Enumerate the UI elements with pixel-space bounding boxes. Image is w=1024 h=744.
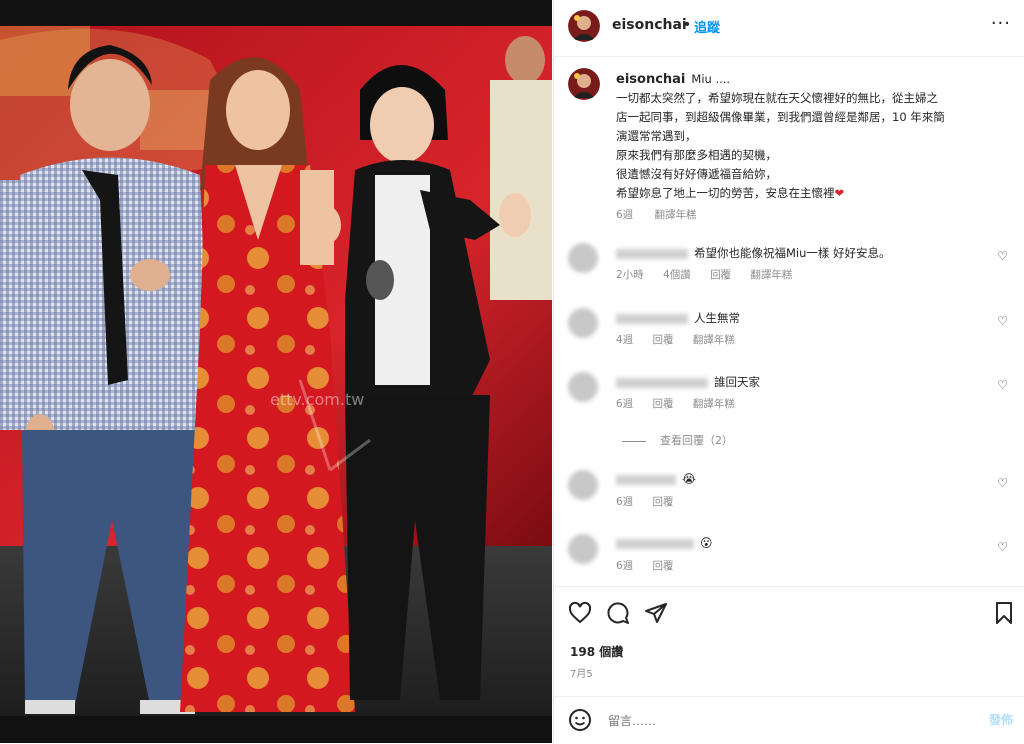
caption-username[interactable]: eisonchai: [616, 72, 685, 87]
comment-input[interactable]: [606, 709, 960, 733]
comment-composer: 發佈: [554, 696, 1024, 744]
comment-age: 6週: [616, 398, 634, 410]
reply-link[interactable]: 回覆: [653, 496, 674, 508]
comment-age: 6週: [616, 496, 634, 508]
comment-text-row: 人生無常: [616, 310, 740, 326]
comment-text-row: 誰回天家: [616, 374, 760, 390]
post-actions: 198 個讚 7月5: [554, 586, 1024, 697]
comment-meta: 4週 回覆 翻譯年糕: [616, 332, 751, 347]
post-panel: eisonchai • 追蹤 ··· eisonchai Miu .... 一切都…: [553, 0, 1024, 743]
commenter-avatar[interactable]: [568, 243, 598, 273]
like-count[interactable]: 198 個讚: [570, 643, 623, 660]
bookmark-icon[interactable]: [994, 601, 1014, 629]
commenter-avatar[interactable]: [568, 470, 598, 500]
comment-meta: 2小時 4個讚 回覆 翻譯年糕: [616, 267, 808, 282]
more-options-icon[interactable]: ···: [991, 13, 1011, 34]
reply-link[interactable]: 回覆: [653, 334, 674, 346]
caption-line: 很遺憾沒有好好傳遞福音給妳，: [616, 167, 777, 181]
comment-item: 😭 6週 回覆 ♡: [568, 470, 1008, 520]
comment-text-row: 😭: [616, 472, 696, 486]
like-comment-icon[interactable]: ♡: [997, 378, 1008, 392]
comment-age: 6週: [616, 560, 634, 572]
comment-item: 😮 6週 回覆 ♡: [568, 534, 1008, 584]
comment-age: 2小時: [616, 269, 644, 281]
commenter-name-blurred[interactable]: [616, 538, 694, 549]
caption-line: 演還常常遇到，: [616, 129, 697, 143]
translate-link[interactable]: 翻譯年糕: [693, 398, 735, 410]
comment-meta: 6週 回覆 翻譯年糕: [616, 396, 751, 411]
comment-text-row: 希望你也能像祝福Miu一樣 好好安息。: [616, 245, 891, 261]
commenter-name-blurred[interactable]: [616, 474, 676, 485]
like-comment-icon[interactable]: ♡: [997, 540, 1008, 554]
share-paper-plane-icon[interactable]: [644, 601, 668, 629]
separator-dot: •: [683, 17, 692, 33]
commenter-name-blurred[interactable]: [616, 313, 688, 324]
comment-likes[interactable]: 4個讚: [663, 269, 691, 281]
caption-translate-link[interactable]: 翻譯年糕: [655, 209, 697, 221]
comment-text: 😭: [682, 472, 697, 486]
view-replies-label[interactable]: 查看回覆（2）: [660, 434, 733, 447]
avatar[interactable]: [568, 10, 600, 42]
comment-bubble-icon[interactable]: [606, 601, 630, 629]
commenter-name-blurred[interactable]: [616, 248, 688, 259]
comment-text: 人生無常: [694, 311, 740, 325]
post-comment-button[interactable]: 發佈: [989, 711, 1013, 728]
follow-button[interactable]: 追蹤: [694, 17, 720, 36]
comment-age: 4週: [616, 334, 634, 346]
caption-text: eisonchai Miu .... 一切都太突然了，希望妳現在就在天父懷裡好的無…: [616, 70, 988, 203]
comment-item: 誰回天家 6週 回覆 翻譯年糕 ♡: [568, 372, 1008, 422]
translate-link[interactable]: 翻譯年糕: [693, 334, 735, 346]
like-comment-icon[interactable]: ♡: [997, 249, 1008, 263]
comment-text: 希望你也能像祝福Miu一樣 好好安息。: [694, 246, 891, 260]
commenter-avatar[interactable]: [568, 308, 598, 338]
commenter-avatar[interactable]: [568, 534, 598, 564]
caption-age: 6週: [616, 209, 634, 221]
post-photo[interactable]: ettv.com.tw: [0, 0, 552, 743]
caption-line: 希望妳息了地上一切的勞苦，安息在主懷裡: [616, 186, 835, 200]
comment-text: 😮: [700, 536, 713, 550]
commenter-avatar[interactable]: [568, 372, 598, 402]
comment-item: 人生無常 4週 回覆 翻譯年糕 ♡: [568, 308, 1008, 358]
commenter-name-blurred[interactable]: [616, 377, 708, 388]
caption-avatar[interactable]: [568, 68, 600, 100]
like-heart-icon[interactable]: [568, 601, 592, 629]
comment-meta: 6週 回覆: [616, 494, 690, 509]
comment-text-row: 😮: [616, 536, 713, 550]
replies-divider: [622, 440, 646, 442]
reply-link[interactable]: 回覆: [653, 560, 674, 572]
caption-line: 一切都太突然了，希望妳現在就在天父懷裡好的無比，從主婦之: [616, 91, 938, 105]
like-comment-icon[interactable]: ♡: [997, 476, 1008, 490]
photo-watermark: ettv.com.tw: [270, 390, 364, 409]
reply-link[interactable]: 回覆: [653, 398, 674, 410]
avatar-image: [568, 68, 600, 100]
post-header: eisonchai • 追蹤 ···: [554, 0, 1024, 57]
caption-meta: 6週 翻譯年糕: [616, 207, 715, 222]
comment-meta: 6週 回覆: [616, 558, 690, 573]
caption-line: Miu ....: [691, 72, 731, 86]
like-comment-icon[interactable]: ♡: [997, 314, 1008, 328]
post-date: 7月5: [570, 669, 593, 680]
emoji-smiley-icon[interactable]: [568, 708, 592, 736]
reply-link[interactable]: 回覆: [710, 269, 731, 281]
comment-text: 誰回天家: [714, 375, 760, 389]
view-replies-link[interactable]: 查看回覆（2）: [622, 432, 733, 448]
comment-item: 希望你也能像祝福Miu一樣 好好安息。 2小時 4個讚 回覆 翻譯年糕 ♡: [568, 243, 1008, 293]
caption-line: 店一起同事，到超級偶像畢業，到我們還曾經是鄰居，10 年來簡: [616, 110, 945, 124]
heart-emoji: ❤: [834, 186, 845, 200]
avatar-image: [568, 10, 600, 42]
header-username[interactable]: eisonchai: [612, 17, 687, 33]
photo-illustration: ettv.com.tw: [0, 0, 552, 743]
translate-link[interactable]: 翻譯年糕: [750, 269, 792, 281]
caption-line: 原來我們有那麼多相遇的契機，: [616, 148, 777, 162]
